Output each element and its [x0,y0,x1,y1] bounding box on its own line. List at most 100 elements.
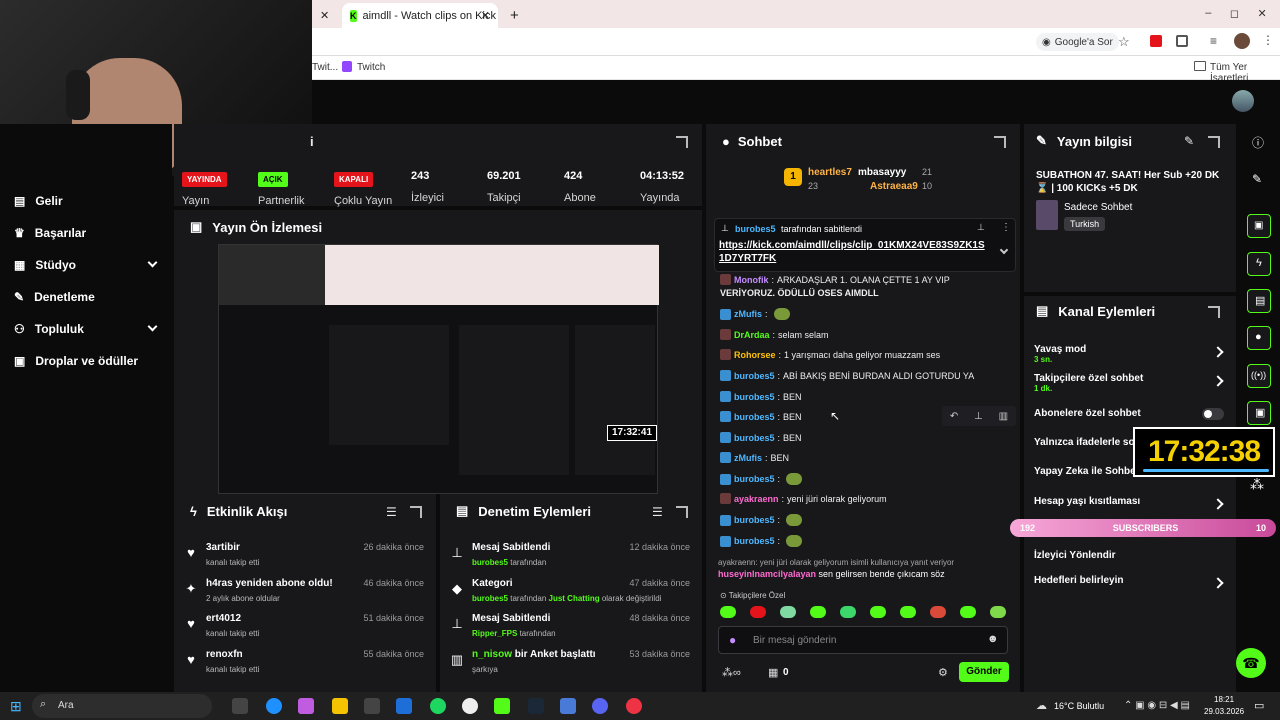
mic-icon[interactable]: ● [729,633,736,647]
emote-icon[interactable] [720,606,736,618]
feed-title[interactable]: 3artibir [206,542,240,553]
popout-icon[interactable] [410,506,422,518]
star-bookmark-icon[interactable]: ☆ [1118,34,1130,50]
emote-icon[interactable] [840,606,856,618]
task-view-icon[interactable] [232,698,248,714]
leader-name[interactable]: heartles7 [808,167,852,178]
points-icon[interactable]: ⁂∞ [722,666,741,679]
edge-icon[interactable] [266,698,282,714]
subs-only-toggle[interactable] [1202,408,1224,420]
category-thumbnail[interactable] [1036,200,1058,230]
chevron-down-icon[interactable] [147,257,158,268]
chat-username[interactable]: ayakraenn [734,494,779,504]
app-icon[interactable] [462,698,478,714]
chat-username[interactable]: Monofik [734,275,769,285]
mod-user[interactable]: n_nisow [472,649,512,660]
mod-user[interactable]: Ripper_FPS [472,629,517,638]
kebab-menu-icon[interactable]: ⋮ [1001,222,1011,233]
close-icon[interactable]: ✕ [320,9,329,22]
kick-app-icon[interactable] [494,698,510,714]
info-icon[interactable]: ⓘ [1252,134,1264,151]
feed-title[interactable]: renoxfn [206,649,243,660]
chat-username[interactable]: zMufis [734,453,762,463]
sidebar-item-basarilar[interactable]: ♛ Başarılar [14,226,86,240]
tray-icons[interactable]: ⌃ ▣ ◉ ⊟ ◀ ▤ [1124,700,1190,711]
chat-username[interactable]: burobes5 [734,536,775,546]
weather-text[interactable]: 16°C Bulutlu [1054,701,1104,711]
rail-button-chat[interactable]: ● [1247,326,1271,350]
extensions-puzzle-icon[interactable] [1176,35,1188,47]
pinned-link[interactable]: https://kick.com/aimdll/clips/clip_01KMX… [719,239,989,265]
clock-time[interactable]: 18:21 [1214,695,1234,704]
notification-icon[interactable]: ▭ [1254,699,1264,712]
pin-icon[interactable]: ⊥ [974,411,983,422]
popout-icon[interactable] [1208,306,1220,318]
user-avatar[interactable] [1232,90,1254,112]
sidebar-item-studyo[interactable]: ▦ Stüdyo [14,257,160,272]
edit-pencil-icon[interactable]: ✎ [1252,172,1262,186]
mod-user[interactable]: burobes5 [472,558,508,567]
popout-icon[interactable] [676,136,688,148]
app-icon[interactable] [560,698,576,714]
clock-date[interactable]: 29.03.2026 [1204,707,1244,716]
leader-name[interactable]: Astraeaa9 [870,181,918,192]
windows-start-icon[interactable]: ⊞ [10,698,22,715]
copilot-icon[interactable] [298,698,314,714]
plus-icon[interactable]: + [510,7,519,24]
bookmark-twitter[interactable]: Twit... [312,62,338,73]
bookmark-twitch[interactable]: Twitch [357,62,385,73]
chevron-down-icon[interactable] [147,321,158,332]
feed-title[interactable]: ert4012 [206,613,241,624]
emote-icon[interactable] [960,606,976,618]
send-button[interactable]: Gönder [959,662,1009,682]
close-icon[interactable]: ✕ [481,9,490,22]
chat-username[interactable]: burobes5 [734,474,775,484]
emoji-icon[interactable]: ☻ [987,633,999,645]
action-goals[interactable]: Hedefleri belirleyin [1034,575,1224,589]
filter-icon[interactable]: ☰ [652,505,663,519]
tab-close-left[interactable]: ✕ [312,3,342,28]
popout-icon[interactable] [676,506,688,518]
extension-icon[interactable] [1150,35,1162,47]
popout-icon[interactable] [994,136,1006,148]
chat-username[interactable]: burobes5 [734,371,775,381]
action-subs-only[interactable]: Abonelere özel sohbet [1034,408,1224,420]
emote-icon[interactable] [900,606,916,618]
chat-username[interactable]: Rohorsee [734,350,776,360]
popout-icon[interactable] [1208,136,1220,148]
discord-icon[interactable] [592,698,608,714]
minimize-icon[interactable]: – [1205,7,1211,20]
sidebar-item-topluluk[interactable]: ⚇ Topluluk [14,321,160,336]
community-icon[interactable]: ⁂ [1250,476,1264,493]
emote-icon[interactable] [780,606,796,618]
chat-username[interactable]: DrArdaa [734,330,770,340]
pin-icon[interactable]: ⊥ [977,222,985,233]
action-slow-mode[interactable]: Yavaş mod 3 sn. [1034,344,1224,364]
reply-icon[interactable]: ↶ [950,411,958,422]
pinned-by-user[interactable]: burobes5 [735,224,776,234]
spotify-icon[interactable] [430,698,446,714]
chat-username[interactable]: zMufis [734,309,762,319]
google-sor-button[interactable]: ◉ Google'a Sor [1036,33,1119,51]
chevron-down-icon[interactable] [999,245,1009,255]
emote-icon[interactable] [870,606,886,618]
chat-username[interactable]: burobes5 [734,412,775,422]
rail-button-mod[interactable]: ▣ [1247,401,1271,425]
file-explorer-icon[interactable] [332,698,348,714]
feed-title[interactable]: h4ras yeniden abone oldu! [206,578,333,589]
profile-avatar[interactable] [1234,33,1250,49]
emote-icon[interactable] [810,606,826,618]
rail-button-broadcast[interactable]: ((•)) [1247,364,1271,388]
mod-user[interactable]: burobes5 [472,594,508,603]
chat-username[interactable]: burobes5 [734,515,775,525]
store-icon[interactable] [364,698,380,714]
edit-pencil-icon[interactable]: ✎ [1184,134,1194,148]
action-followers-only[interactable]: Takipçilere özel sohbet 1 dk. [1034,373,1224,393]
mail-icon[interactable] [396,698,412,714]
trash-icon[interactable]: ▥ [999,411,1008,422]
action-account-age[interactable]: Hesap yaşı kısıtlaması [1034,496,1224,510]
chat-username[interactable]: burobes5 [734,433,775,443]
emote-icon[interactable] [990,606,1006,618]
filter-icon[interactable]: ☰ [386,505,397,519]
stream-preview-video[interactable]: 17:32:41 [218,244,659,494]
